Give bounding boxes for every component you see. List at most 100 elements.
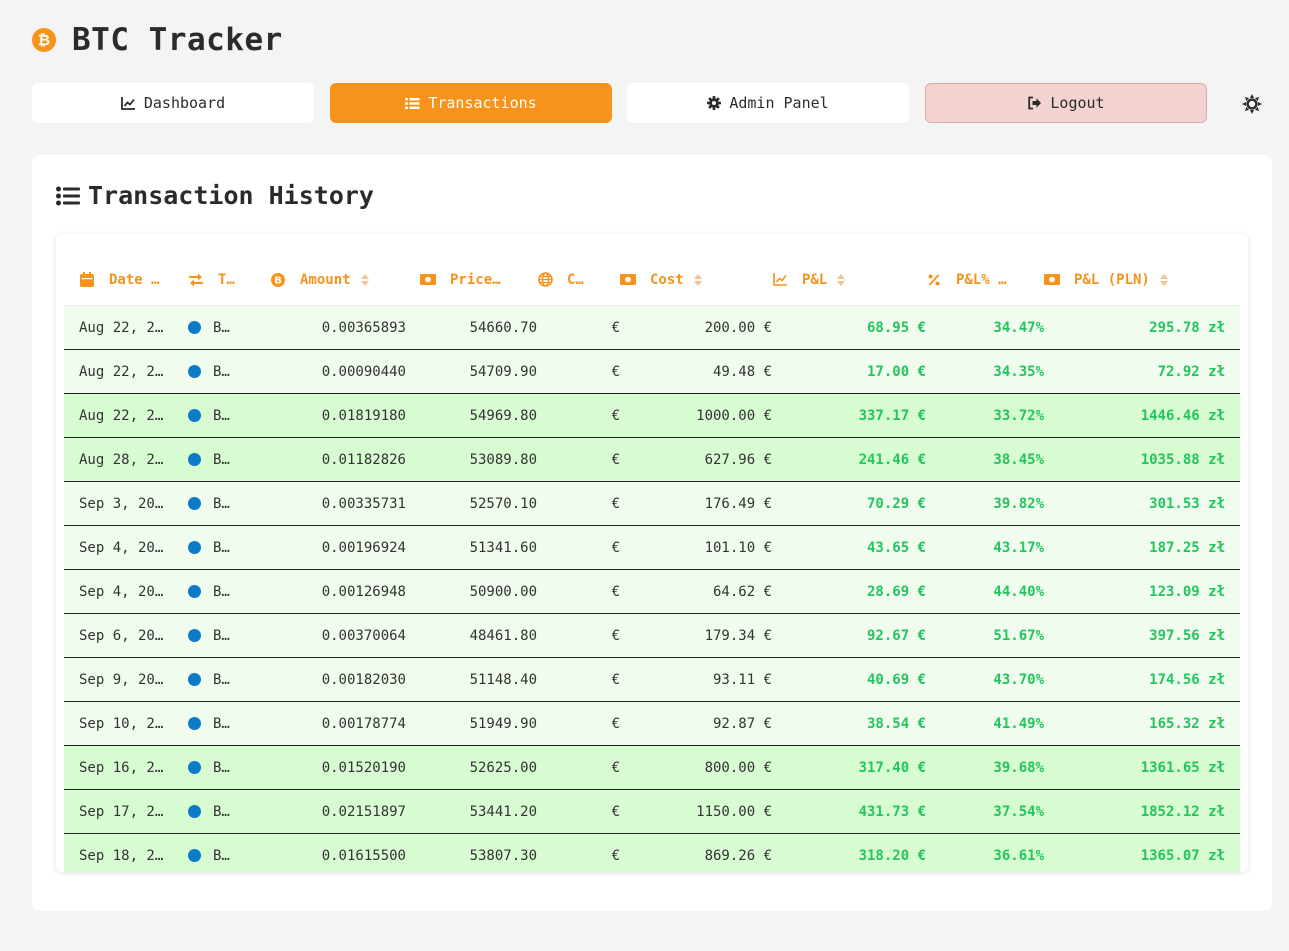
pnl-percent-cell: 39.82% bbox=[926, 481, 1044, 526]
sort-icon[interactable] bbox=[360, 273, 369, 286]
type-label: B… bbox=[213, 759, 230, 776]
pnl-cell: 318.20 € bbox=[772, 833, 926, 872]
type-label: B… bbox=[213, 407, 230, 424]
amount-cell: 0.00196924 bbox=[270, 525, 420, 570]
nav-transactions-button[interactable]: Transactions bbox=[330, 83, 612, 123]
theme-toggle-button[interactable] bbox=[1241, 93, 1263, 115]
type-cell: B… bbox=[188, 393, 270, 438]
money-icon bbox=[420, 274, 436, 285]
table-row[interactable]: Sep 17, 2… B… 0.02151897 53441.20 €1150.00 €… bbox=[64, 789, 1240, 834]
table-row[interactable]: Sep 18, 2… B… 0.01615500 53807.30 €869.26 €3… bbox=[64, 833, 1240, 872]
table-row[interactable]: Sep 6, 20… B… 0.00370064 48461.80 €179.34 €9… bbox=[64, 613, 1240, 658]
table-row[interactable]: Aug 22, 2… B… 0.00090440 54709.90 €49.48 €17… bbox=[64, 349, 1240, 394]
type-label: B… bbox=[213, 715, 230, 732]
currency-cell: € bbox=[537, 393, 620, 438]
currency-cell: € bbox=[537, 613, 620, 658]
column-label: Date … bbox=[109, 271, 160, 288]
calendar-icon bbox=[79, 272, 95, 287]
table-row[interactable]: Aug 22, 2… B… 0.01819180 54969.80 €1000.00 €… bbox=[64, 393, 1240, 438]
currency-cell: € bbox=[537, 789, 620, 834]
pnl-cell: 337.17 € bbox=[772, 393, 926, 438]
app-title: BTC Tracker bbox=[72, 22, 283, 58]
table-row[interactable]: Sep 4, 20… B… 0.00126948 50900.00 €64.62 €28… bbox=[64, 569, 1240, 614]
date-cell: Aug 22, 2… bbox=[64, 393, 188, 438]
nav-dashboard-button[interactable]: Dashboard bbox=[32, 83, 314, 123]
cost-cell: 627.96 € bbox=[620, 437, 772, 482]
currency-cell: € bbox=[537, 701, 620, 746]
price-cell: 53089.80 bbox=[420, 437, 537, 482]
pnl-pln-cell: 1035.88 zł bbox=[1044, 437, 1240, 482]
globe-icon bbox=[537, 272, 553, 287]
type-label: B… bbox=[213, 495, 230, 512]
table-row[interactable]: Sep 4, 20… B… 0.00196924 51341.60 €101.10 €4… bbox=[64, 525, 1240, 570]
pnl-percent-cell: 41.49% bbox=[926, 701, 1044, 746]
transaction-history-card: Transaction History Date … T… B Amount P… bbox=[32, 155, 1272, 911]
column-header-price[interactable]: Price… bbox=[420, 254, 537, 306]
column-label: Amount bbox=[300, 271, 351, 288]
pnl-percent-cell: 34.47% bbox=[926, 305, 1044, 350]
gear-icon bbox=[707, 96, 722, 110]
pnl-cell: 70.29 € bbox=[772, 481, 926, 526]
column-header-pnl[interactable]: P&L bbox=[772, 254, 926, 306]
pnl-pln-cell: 1446.46 zł bbox=[1044, 393, 1240, 438]
type-label: B… bbox=[213, 627, 230, 644]
currency-cell: € bbox=[537, 305, 620, 350]
cost-cell: 179.34 € bbox=[620, 613, 772, 658]
table-row[interactable]: Sep 16, 2… B… 0.01520190 52625.00 €800.00 €3… bbox=[64, 745, 1240, 790]
price-cell: 52570.10 bbox=[420, 481, 537, 526]
column-header-pnl-percent[interactable]: P&L% … bbox=[926, 254, 1044, 306]
pnl-cell: 317.40 € bbox=[772, 745, 926, 790]
transactions-table: Date … T… B Amount Price… C… Cost P&L P&… bbox=[64, 254, 1240, 872]
column-header-cost[interactable]: Cost bbox=[620, 254, 772, 306]
date-cell: Sep 18, 2… bbox=[64, 833, 188, 872]
amount-cell: 0.01819180 bbox=[270, 393, 420, 438]
column-header-currency[interactable]: C… bbox=[537, 254, 620, 306]
sort-icon[interactable] bbox=[1159, 273, 1168, 286]
column-header-pnl-pln[interactable]: P&L (PLN) bbox=[1044, 254, 1240, 306]
table-row[interactable]: Aug 22, 2… B… 0.00365893 54660.70 €200.00 €6… bbox=[64, 305, 1240, 350]
type-dot-icon bbox=[188, 453, 201, 466]
column-label: C… bbox=[567, 271, 584, 288]
exchange-icon bbox=[188, 273, 204, 287]
table-row[interactable]: Sep 9, 20… B… 0.00182030 51148.40 €93.11 €40… bbox=[64, 657, 1240, 702]
price-cell: 51949.90 bbox=[420, 701, 537, 746]
column-label: T… bbox=[218, 271, 235, 288]
amount-cell: 0.01615500 bbox=[270, 833, 420, 872]
table-row[interactable]: Sep 3, 20… B… 0.00335731 52570.10 €176.49 €7… bbox=[64, 481, 1240, 526]
date-cell: Sep 9, 20… bbox=[64, 657, 188, 702]
type-dot-icon bbox=[188, 541, 201, 554]
transactions-table-container[interactable]: Date … T… B Amount Price… C… Cost P&L P&… bbox=[56, 234, 1248, 872]
logout-button[interactable]: Logout bbox=[925, 83, 1207, 123]
type-cell: B… bbox=[188, 305, 270, 350]
column-header-amount[interactable]: B Amount bbox=[270, 254, 420, 306]
pnl-cell: 241.46 € bbox=[772, 437, 926, 482]
table-row[interactable]: Sep 10, 2… B… 0.00178774 51949.90 €92.87 €38… bbox=[64, 701, 1240, 746]
main-nav: Dashboard Transactions Admin Panel Logou… bbox=[32, 83, 1272, 123]
type-cell: B… bbox=[188, 833, 270, 872]
logout-label: Logout bbox=[1050, 94, 1105, 112]
price-cell: 54969.80 bbox=[420, 393, 537, 438]
type-cell: B… bbox=[188, 481, 270, 526]
date-cell: Sep 3, 20… bbox=[64, 481, 188, 526]
type-cell: B… bbox=[188, 525, 270, 570]
type-dot-icon bbox=[188, 497, 201, 510]
type-label: B… bbox=[213, 319, 230, 336]
amount-cell: 0.00178774 bbox=[270, 701, 420, 746]
type-cell: B… bbox=[188, 349, 270, 394]
column-header-date[interactable]: Date … bbox=[64, 254, 188, 306]
type-cell: B… bbox=[188, 437, 270, 482]
column-header-type[interactable]: T… bbox=[188, 254, 270, 306]
date-cell: Aug 28, 2… bbox=[64, 437, 188, 482]
price-cell: 54660.70 bbox=[420, 305, 537, 350]
date-cell: Sep 16, 2… bbox=[64, 745, 188, 790]
nav-admin-button[interactable]: Admin Panel bbox=[627, 83, 909, 123]
pnl-pln-cell: 72.92 zł bbox=[1044, 349, 1240, 394]
amount-cell: 0.00370064 bbox=[270, 613, 420, 658]
table-row[interactable]: Aug 28, 2… B… 0.01182826 53089.80 €627.96 €2… bbox=[64, 437, 1240, 482]
type-label: B… bbox=[213, 539, 230, 556]
sort-icon[interactable] bbox=[693, 273, 702, 286]
list-icon bbox=[405, 97, 420, 110]
sort-icon[interactable] bbox=[837, 273, 846, 286]
bitcoin-icon: ₿ bbox=[32, 28, 56, 52]
pnl-percent-cell: 39.68% bbox=[926, 745, 1044, 790]
